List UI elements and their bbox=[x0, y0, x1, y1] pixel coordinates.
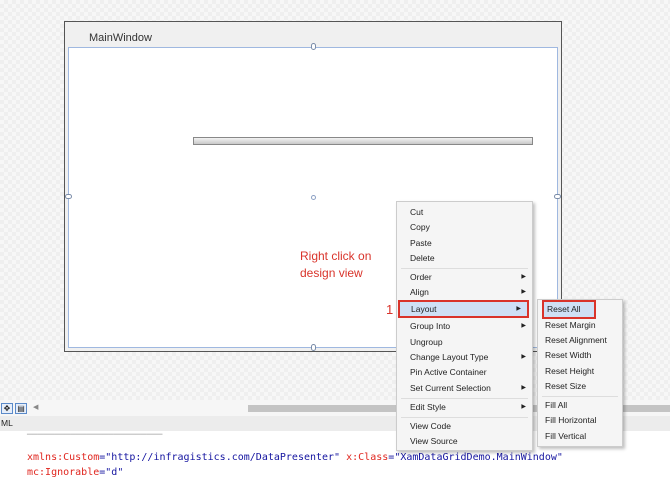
submenu-arrow-icon: ▶ bbox=[521, 385, 526, 391]
menu-label: View Source bbox=[410, 436, 458, 446]
xml-value: "http://infragistics.com/DataPresenter" bbox=[105, 452, 341, 463]
code-line-2: mc:Ignorable="d" bbox=[27, 467, 123, 478]
faded-code-line: ▔▔▔▔▔▔▔▔▔▔▔▔▔▔▔▔▔▔▔▔▔▔▔▔▔ bbox=[27, 435, 163, 445]
xml-attribute: x:Class bbox=[346, 452, 389, 463]
menu-label: Reset Size bbox=[545, 381, 587, 391]
menu-label: Fill All bbox=[545, 400, 568, 410]
submenu-arrow-icon: ▶ bbox=[521, 323, 526, 329]
menu-item-edit-style[interactable]: Edit Style ▶ bbox=[397, 400, 532, 415]
menu-label: Ungroup bbox=[410, 337, 443, 347]
xml-value: "d" bbox=[105, 467, 124, 478]
menu-separator bbox=[401, 268, 528, 269]
menu-label: View Code bbox=[410, 421, 451, 431]
window-title: MainWindow bbox=[89, 32, 152, 44]
left-resize-handle[interactable] bbox=[65, 194, 72, 199]
document-icon[interactable]: ▤ bbox=[15, 403, 27, 414]
step-1-label: 1 bbox=[386, 302, 394, 317]
submenu-item-fill-all[interactable]: Fill All bbox=[538, 398, 622, 413]
menu-item-pin-active-container[interactable]: Pin Active Container bbox=[397, 365, 532, 380]
menu-label: Cut bbox=[410, 207, 424, 217]
menu-label: Edit Style bbox=[410, 402, 446, 412]
menu-label: Paste bbox=[410, 238, 432, 248]
xml-attribute: mc:Ignorable bbox=[27, 467, 100, 478]
menu-item-copy[interactable]: Copy bbox=[397, 220, 532, 235]
menu-item-set-current-selection[interactable]: Set Current Selection ▶ bbox=[397, 381, 532, 396]
center-anchor bbox=[311, 195, 316, 200]
code-line-1: xmlns:Custom="http://infragistics.com/Da… bbox=[27, 452, 563, 463]
submenu-item-reset-all[interactable]: Reset All bbox=[542, 300, 596, 319]
menu-label: Change Layout Type bbox=[410, 352, 489, 362]
menu-label: Reset Width bbox=[545, 350, 592, 360]
xml-value: "XamDataGridDemo.MainWindow" bbox=[394, 452, 563, 463]
menu-item-ungroup[interactable]: Ungroup bbox=[397, 335, 532, 350]
submenu-item-reset-height[interactable]: Reset Height bbox=[538, 364, 622, 379]
menu-separator bbox=[542, 396, 618, 397]
submenu-arrow-icon: ▶ bbox=[521, 404, 526, 410]
top-resize-handle[interactable] bbox=[311, 43, 316, 50]
menu-label: Order bbox=[410, 272, 432, 282]
snap-grid-icon[interactable]: ✥ bbox=[1, 403, 13, 414]
menu-item-delete[interactable]: Delete bbox=[397, 251, 532, 266]
menu-label: Pin Active Container bbox=[410, 367, 487, 377]
layout-submenu: Reset All Reset Margin Reset Alignment R… bbox=[537, 299, 623, 447]
menu-item-change-layout-type[interactable]: Change Layout Type ▶ bbox=[397, 350, 532, 365]
menu-item-view-source[interactable]: View Source bbox=[397, 434, 532, 449]
menu-label: Reset Height bbox=[545, 366, 595, 376]
annotation-note: Right click on design view bbox=[300, 248, 371, 282]
menu-label: Fill Horizontal bbox=[545, 415, 597, 425]
submenu-item-fill-vertical[interactable]: Fill Vertical bbox=[538, 429, 622, 444]
menu-label: Copy bbox=[410, 222, 430, 232]
submenu-arrow-icon: ▶ bbox=[521, 354, 526, 360]
submenu-arrow-icon: ▶ bbox=[521, 289, 526, 295]
menu-label: Reset All bbox=[547, 304, 581, 314]
context-menu: Cut Copy Paste Delete Order ▶ Align ▶ Layo… bbox=[396, 201, 533, 451]
menu-label: Layout bbox=[411, 304, 437, 314]
menu-item-paste[interactable]: Paste bbox=[397, 236, 532, 251]
menu-label: Reset Alignment bbox=[545, 335, 607, 345]
scroll-left-icon[interactable]: ◀ bbox=[33, 403, 38, 411]
menu-item-view-code[interactable]: View Code bbox=[397, 419, 532, 434]
progress-bar-control[interactable] bbox=[193, 137, 533, 145]
right-resize-handle[interactable] bbox=[554, 194, 561, 199]
menu-label: Reset Margin bbox=[545, 320, 596, 330]
menu-item-cut[interactable]: Cut bbox=[397, 205, 532, 220]
menu-label: Delete bbox=[410, 253, 435, 263]
bottom-resize-handle[interactable] bbox=[311, 344, 316, 351]
xml-attribute: xmlns:Custom bbox=[27, 452, 100, 463]
annotation-line-2: design view bbox=[300, 266, 363, 280]
submenu-item-reset-margin[interactable]: Reset Margin bbox=[538, 318, 622, 333]
annotation-line-1: Right click on bbox=[300, 249, 372, 263]
xaml-tab[interactable]: ML bbox=[1, 418, 13, 428]
menu-item-group-into[interactable]: Group Into ▶ bbox=[397, 319, 532, 334]
submenu-item-fill-horizontal[interactable]: Fill Horizontal bbox=[538, 413, 622, 428]
menu-label: Group Into bbox=[410, 321, 451, 331]
menu-separator bbox=[401, 417, 528, 418]
submenu-arrow-icon: ▶ bbox=[516, 306, 521, 312]
menu-item-align[interactable]: Align ▶ bbox=[397, 285, 532, 300]
menu-separator bbox=[401, 398, 528, 399]
menu-label: Align bbox=[410, 287, 429, 297]
menu-item-order[interactable]: Order ▶ bbox=[397, 270, 532, 285]
submenu-item-reset-size[interactable]: Reset Size bbox=[538, 379, 622, 394]
submenu-item-reset-width[interactable]: Reset Width bbox=[538, 348, 622, 363]
menu-label: Set Current Selection bbox=[410, 383, 491, 393]
submenu-arrow-icon: ▶ bbox=[521, 274, 526, 280]
menu-item-layout[interactable]: Layout ▶ bbox=[398, 300, 529, 318]
submenu-item-reset-alignment[interactable]: Reset Alignment bbox=[538, 333, 622, 348]
menu-label: Fill Vertical bbox=[545, 431, 587, 441]
